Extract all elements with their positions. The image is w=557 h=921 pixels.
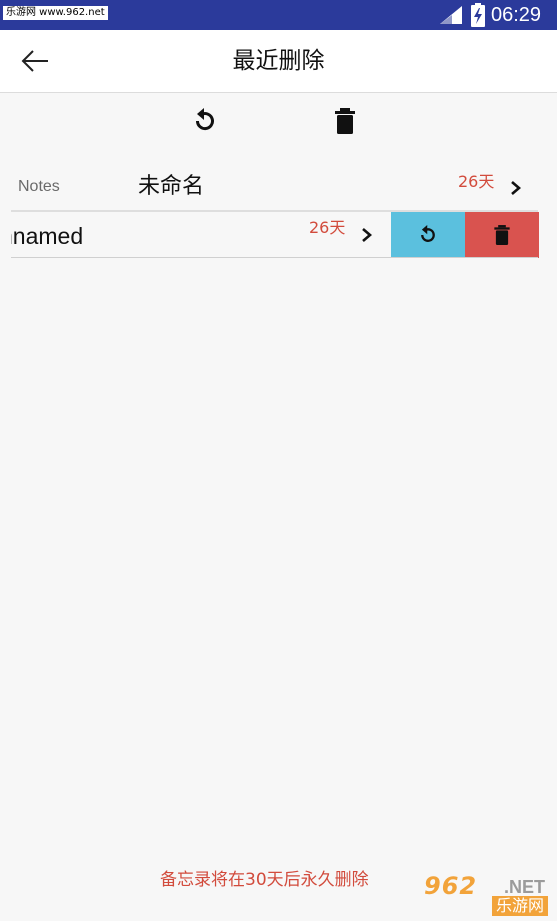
note-title: nnamed <box>11 223 84 249</box>
page-title: 最近删除 <box>232 48 325 74</box>
logo-suffix: .NET <box>504 877 546 897</box>
folder-label: Notes <box>18 178 60 195</box>
list-item-swiped[interactable]: nnamed 26天 <box>11 212 539 258</box>
battery-charging-icon <box>471 3 485 27</box>
swipe-delete-button[interactable] <box>465 212 539 258</box>
logo-main: 962 <box>424 872 478 900</box>
swipe-restore-button[interactable] <box>391 212 465 258</box>
watermark-logo: 962 .NET 乐游网 <box>418 872 552 916</box>
restore-icon[interactable] <box>188 104 222 138</box>
signal-icon <box>440 6 462 24</box>
status-time: 06:29 <box>491 4 542 26</box>
app-bar: 最近删除 <box>0 30 557 93</box>
restore-icon <box>421 225 435 242</box>
chevron-right-icon <box>511 181 521 195</box>
status-bar: 乐游网 www.962.net 06:29 <box>0 0 557 30</box>
note-title: 未命名 <box>138 174 205 199</box>
divider <box>11 257 538 258</box>
trash-icon <box>494 225 510 245</box>
watermark-tag: 乐游网 www.962.net <box>3 6 108 20</box>
days-left-label: 26天 <box>458 172 495 191</box>
footer-note: 备忘录将在30天后永久删除 <box>160 870 369 890</box>
days-left-label: 26天 <box>309 218 346 237</box>
logo-sub: 乐游网 <box>492 896 549 916</box>
list-item[interactable]: Notes 未命名 26天 <box>0 160 557 212</box>
chevron-right-icon <box>362 228 372 242</box>
trash-icon[interactable] <box>328 104 362 138</box>
